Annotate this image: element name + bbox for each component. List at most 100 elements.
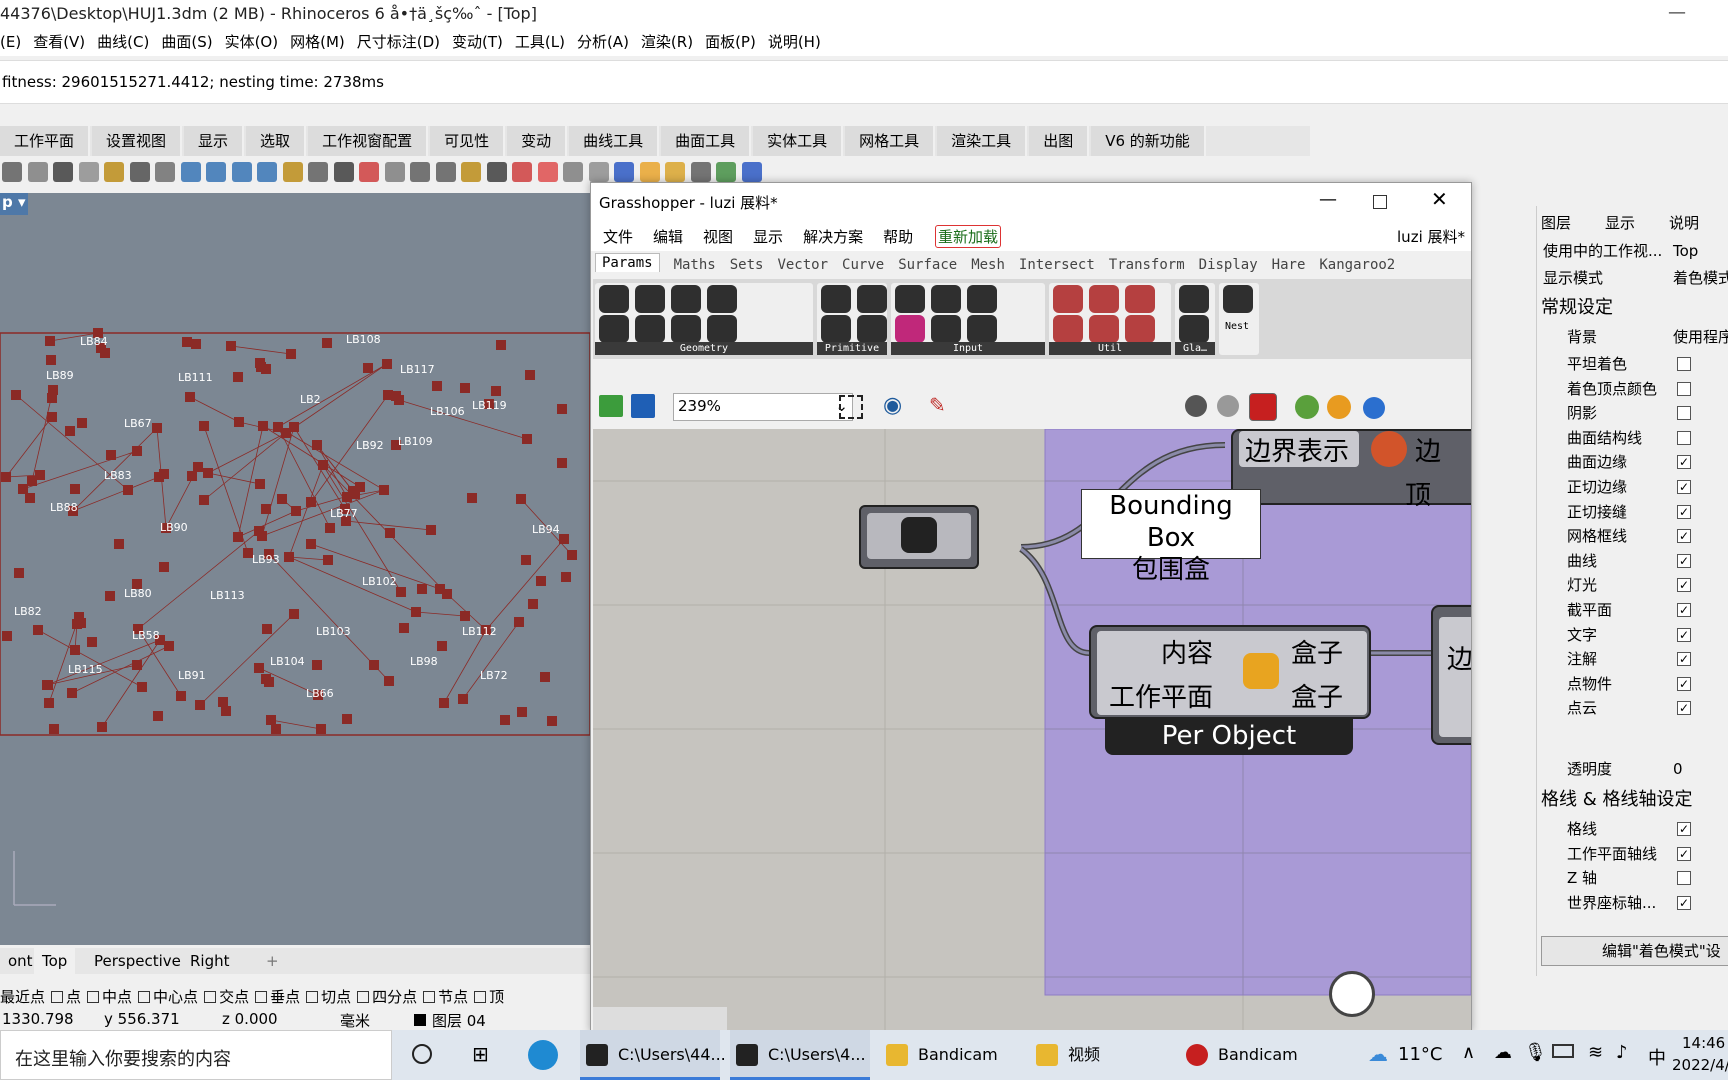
network-icon[interactable]: ☁ xyxy=(1494,1042,1512,1063)
per-object-mode-label[interactable]: Per Object xyxy=(1105,719,1353,755)
toolbar-tool-icon-4[interactable] xyxy=(104,162,124,182)
component-icon-0-3[interactable] xyxy=(707,285,737,313)
ribbon-tab-4[interactable]: 工作视窗配置 xyxy=(308,126,429,156)
preview-mode-icon[interactable] xyxy=(1185,395,1207,417)
ime-indicator[interactable]: 中 xyxy=(1648,1044,1666,1070)
osnap-6[interactable]: 切点 xyxy=(306,986,351,1007)
component-icon-2-1[interactable] xyxy=(931,285,961,313)
setting-checkbox[interactable]: ✓ xyxy=(1677,603,1691,617)
menu-item-6[interactable]: 尺寸标注(D) xyxy=(357,28,440,56)
setting-row-阴影[interactable]: 阴影 xyxy=(1537,400,1728,427)
gh-tab-0[interactable]: Params xyxy=(595,253,660,272)
setting-checkbox[interactable]: ✓ xyxy=(1677,480,1691,494)
osnap-checkbox-2[interactable] xyxy=(87,991,100,1003)
setting-row-文字[interactable]: 文字 ✓ xyxy=(1537,622,1728,649)
maximize-icon[interactable] xyxy=(1373,195,1387,209)
menu-item-2[interactable]: 曲线(C) xyxy=(97,28,149,56)
gh-tab-4[interactable]: Curve xyxy=(842,257,884,273)
gh-menu-item-0[interactable]: 文件 xyxy=(603,228,633,246)
gh-menu-item-5[interactable]: 帮助 xyxy=(883,228,913,246)
osnap-8[interactable]: 节点 xyxy=(423,986,468,1007)
setting-row-截平面[interactable]: 截平面 ✓ xyxy=(1537,597,1728,624)
toolbar-tool-icon-22[interactable] xyxy=(563,162,583,182)
component-icon-0-2[interactable] xyxy=(671,285,701,313)
toolbar-tool-icon-28[interactable] xyxy=(716,162,736,182)
menu-item-8[interactable]: 工具(L) xyxy=(515,28,565,56)
setting-checkbox[interactable]: ✓ xyxy=(1677,578,1691,593)
toolbar-tool-icon-8[interactable] xyxy=(206,162,226,182)
toolbar-tool-icon-9[interactable] xyxy=(231,162,252,182)
menu-item-7[interactable]: 变动(T) xyxy=(452,28,503,56)
component-icon-0-7[interactable] xyxy=(707,315,737,343)
microphone-icon[interactable]: 🎙 xyxy=(1524,1042,1547,1063)
setting-row-灯光[interactable]: 灯光 ✓ xyxy=(1537,572,1728,599)
save-file-icon[interactable] xyxy=(631,394,655,418)
toolbar-tool-icon-21[interactable] xyxy=(537,162,558,182)
reload-button[interactable]: 重新加载 xyxy=(935,225,1002,248)
toolbar-tool-icon-17[interactable] xyxy=(435,162,456,182)
setting-row-曲面边缘[interactable]: 曲面边缘 ✓ xyxy=(1537,449,1728,476)
taskbar-app-4[interactable]: Bandicam xyxy=(1180,1030,1320,1080)
background-row[interactable]: 背景 使用程序 xyxy=(1537,324,1728,351)
ribbon-tab-6[interactable]: 变动 xyxy=(507,126,568,156)
setting-checkbox[interactable]: ✓ xyxy=(1677,701,1691,716)
gh-menu-item-3[interactable]: 显示 xyxy=(753,228,783,246)
ribbon-tab-11[interactable]: 渲染工具 xyxy=(937,126,1028,156)
next-component[interactable]: 边 xyxy=(1431,605,1471,745)
setting-row-曲面结构线[interactable]: 曲面结构线 xyxy=(1537,425,1728,452)
wireframe-preview-icon[interactable] xyxy=(1217,395,1239,417)
toolbar-tool-icon-27[interactable] xyxy=(690,162,711,182)
setting-row-点物件[interactable]: 点物件 ✓ xyxy=(1537,671,1728,698)
preview-selected-icon[interactable] xyxy=(1295,395,1319,419)
sketch-icon[interactable]: ✎ xyxy=(929,393,946,417)
gh-tab-11[interactable]: Kangaroo2 xyxy=(1319,257,1395,273)
gh-tab-9[interactable]: Display xyxy=(1199,257,1258,273)
ribbon-tab-5[interactable]: 可见性 xyxy=(430,126,506,156)
cortana-icon[interactable] xyxy=(412,1044,432,1064)
component-icon-2-2[interactable] xyxy=(967,285,997,313)
setting-row-工作平面轴线[interactable]: 工作平面轴线 ✓ xyxy=(1537,841,1728,868)
setting-row-正切接缝[interactable]: 正切接缝 ✓ xyxy=(1537,499,1728,526)
toolbar-tool-icon-18[interactable] xyxy=(461,162,481,182)
osnap-checkbox-9[interactable] xyxy=(474,991,487,1003)
setting-row-格线[interactable]: 格线 ✓ xyxy=(1537,816,1728,843)
osnap-1[interactable]: 点 xyxy=(51,986,81,1007)
setting-row-网格框线[interactable]: 网格框线 ✓ xyxy=(1537,523,1728,550)
ribbon-tab-12[interactable]: 出图 xyxy=(1029,126,1090,156)
toolbar-tool-icon-19[interactable] xyxy=(486,162,507,182)
toolbar-tool-icon-11[interactable] xyxy=(282,162,303,182)
gh-tab-1[interactable]: Maths xyxy=(674,257,716,273)
gh-tab-5[interactable]: Surface xyxy=(898,257,957,273)
component-icon-3-2[interactable] xyxy=(1125,285,1155,313)
setting-checkbox[interactable]: ✓ xyxy=(1677,822,1691,836)
taskbar-app-0[interactable]: C:\Users\44... xyxy=(580,1030,726,1080)
component-icon-2-0[interactable] xyxy=(895,285,925,313)
setting-checkbox[interactable]: ✓ xyxy=(1677,676,1691,691)
display-mode-row[interactable]: 显示模式 着色模式 xyxy=(1537,265,1728,292)
osnap-checkbox-8[interactable] xyxy=(423,991,436,1003)
menu-item-1[interactable]: 查看(V) xyxy=(33,28,85,56)
menu-item-0[interactable]: (E) xyxy=(0,28,21,56)
osnap-4[interactable]: 交点 xyxy=(204,986,249,1007)
component-icon-1-1[interactable] xyxy=(857,285,887,313)
setting-checkbox[interactable]: ✓ xyxy=(1677,504,1691,519)
component-icon-2-4[interactable] xyxy=(931,315,961,343)
toolbar-tool-icon-26[interactable] xyxy=(665,162,685,182)
toolbar-tool-icon-14[interactable] xyxy=(359,162,379,182)
component-icon-0-1[interactable] xyxy=(635,285,665,313)
menu-item-3[interactable]: 曲面(S) xyxy=(161,28,212,56)
menu-item-4[interactable]: 实体(O) xyxy=(225,28,279,56)
osnap-checkbox-3[interactable] xyxy=(138,991,151,1003)
osnap-checkbox-5[interactable] xyxy=(255,991,268,1003)
menu-item-9[interactable]: 分析(A) xyxy=(577,28,629,56)
toolbar-tool-icon-3[interactable] xyxy=(78,162,99,182)
component-icon-2-3[interactable] xyxy=(895,315,925,343)
osnap-checkbox-6[interactable] xyxy=(306,991,319,1003)
edit-display-mode-button[interactable]: 编辑"着色模式"设 xyxy=(1541,936,1728,966)
gh-tab-3[interactable]: Vector xyxy=(777,257,828,273)
setting-row-注解[interactable]: 注解 ✓ xyxy=(1537,646,1728,673)
menu-item-12[interactable]: 说明(H) xyxy=(768,28,821,56)
gh-menu-item-1[interactable]: 编辑 xyxy=(653,228,683,246)
component-icon-3-4[interactable] xyxy=(1089,315,1119,343)
setting-row-正切边缘[interactable]: 正切边缘 ✓ xyxy=(1537,474,1728,501)
